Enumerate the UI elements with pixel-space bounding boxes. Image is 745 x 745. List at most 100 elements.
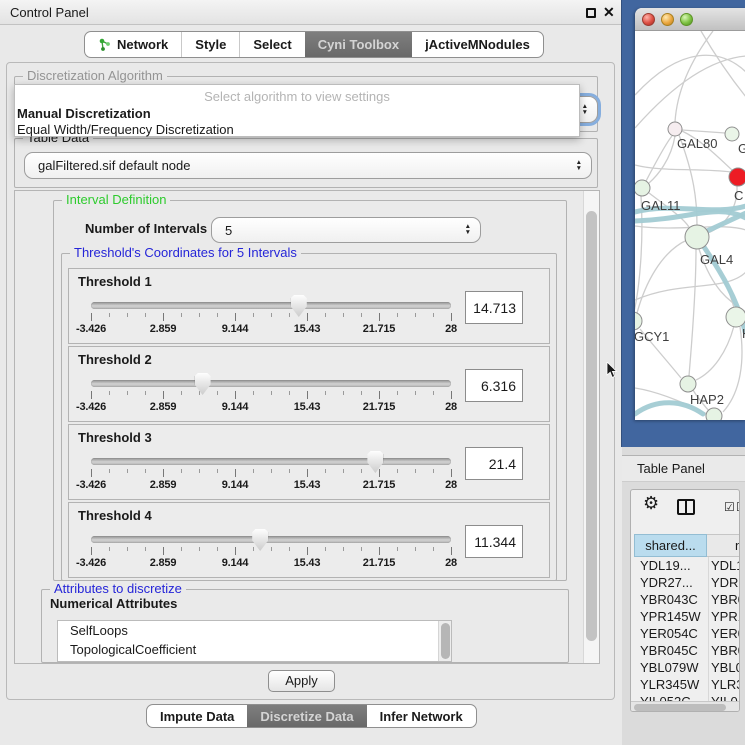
- tab-label: Discretize Data: [260, 709, 353, 724]
- dropdown-option-manual-discretization[interactable]: Manual Discretization: [15, 106, 579, 122]
- tick-mark: [271, 469, 272, 473]
- tab-discretize-data[interactable]: Discretize Data: [247, 705, 366, 727]
- network-node-h[interactable]: [726, 307, 745, 327]
- table-panel-window: ⚙ ☑ ☑ shared... na YDL19...YDL1YDR27...Y…: [630, 489, 740, 712]
- tick-mark: [451, 469, 452, 477]
- column-header-name[interactable]: na: [707, 534, 740, 557]
- slider-track[interactable]: [91, 536, 451, 543]
- dropdown-options: Manual DiscretizationEqual Width/Frequen…: [15, 106, 579, 138]
- network-node-ga[interactable]: [725, 127, 739, 141]
- network-edge: [675, 31, 713, 122]
- slider-thumb[interactable]: [252, 529, 268, 551]
- slider-thumb[interactable]: [195, 373, 211, 395]
- tab-infer-network[interactable]: Infer Network: [367, 705, 476, 727]
- tick-mark: [307, 313, 308, 321]
- split-pane-icon[interactable]: [677, 499, 695, 515]
- tick-mark: [379, 547, 380, 555]
- tick-mark: [199, 469, 200, 473]
- float-window-icon[interactable]: [586, 8, 596, 18]
- list-scrollbar[interactable]: [438, 621, 451, 662]
- network-edge: [635, 55, 745, 95]
- network-node-gal11[interactable]: [635, 180, 650, 196]
- tick-mark: [361, 313, 362, 317]
- stepper-icon: ▲▼: [465, 224, 471, 236]
- tab-label: Infer Network: [380, 709, 463, 724]
- attribute-list-item[interactable]: BetweennessCentrality: [58, 659, 451, 662]
- number-of-intervals-combobox[interactable]: 5 ▲▼: [211, 217, 481, 243]
- table-cell-shared-name: YLR345W: [634, 676, 708, 693]
- table-cell-name: YBL0: [708, 659, 740, 676]
- table-row[interactable]: YPR145WYPR1: [634, 608, 740, 625]
- table-panel-title: Table Panel: [637, 461, 705, 476]
- tick-mark: [163, 469, 164, 477]
- network-node-gcy1[interactable]: [635, 312, 642, 330]
- table-row[interactable]: YBL079WYBL0: [634, 659, 740, 676]
- tick-mark: [289, 547, 290, 551]
- tab-select[interactable]: Select: [239, 32, 304, 57]
- threshold-value-field[interactable]: 11.344: [465, 525, 523, 558]
- network-canvas[interactable]: GAL80GACGAL11GAL4GCY1HHAP2: [635, 31, 745, 420]
- tick-mark: [181, 391, 182, 395]
- table-cell-name: YDL1: [708, 557, 740, 574]
- slider-track[interactable]: [91, 458, 451, 465]
- table-data-combobox[interactable]: galFiltered.sif default node ▲▼: [24, 152, 592, 179]
- checkbox-icon[interactable]: ☑: [724, 500, 735, 514]
- numerical-attributes-label: Numerical Attributes: [50, 596, 177, 611]
- table-row[interactable]: YDL19...YDL1: [634, 557, 740, 574]
- tick-mark: [253, 313, 254, 317]
- horizontal-scrollbar[interactable]: [631, 701, 739, 712]
- tick-mark: [199, 547, 200, 551]
- dropdown-option-equal-width-frequency-discretization[interactable]: Equal Width/Frequency Discretization: [15, 122, 579, 138]
- tick-label: 21.715: [363, 479, 395, 491]
- tick-mark: [433, 391, 434, 395]
- table-row[interactable]: YBR045CYBR0: [634, 642, 740, 659]
- attribute-list-item[interactable]: TopologicalCoefficient: [58, 640, 451, 659]
- network-node[interactable]: [706, 408, 722, 420]
- gear-icon[interactable]: ⚙: [643, 493, 659, 514]
- tick-mark: [415, 547, 416, 551]
- checkbox-icon[interactable]: ☑: [736, 500, 740, 514]
- horizontal-scrollbar-thumb[interactable]: [634, 704, 726, 711]
- vertical-scrollbar[interactable]: [583, 191, 599, 663]
- numerical-attributes-list[interactable]: SelfLoopsTopologicalCoefficientBetweenne…: [57, 620, 452, 662]
- table-cell-shared-name: YPR145W: [634, 608, 708, 625]
- network-node-gal4[interactable]: [685, 225, 709, 249]
- table-row[interactable]: YBR043CYBR0: [634, 591, 740, 608]
- zoom-traffic-light-icon[interactable]: [680, 13, 693, 26]
- tab-jactivemnodules[interactable]: jActiveMNodules: [412, 32, 543, 57]
- attribute-list-item[interactable]: SelfLoops: [58, 621, 451, 640]
- tab-impute-data[interactable]: Impute Data: [147, 705, 247, 727]
- close-traffic-light-icon[interactable]: [642, 13, 655, 26]
- threshold-value-field[interactable]: 14.713: [465, 291, 523, 324]
- list-scrollbar-thumb[interactable]: [441, 623, 450, 659]
- column-header-shared-name[interactable]: shared...: [634, 534, 707, 557]
- network-node-gal80[interactable]: [668, 122, 682, 136]
- table-row[interactable]: YER054CYER0: [634, 625, 740, 642]
- network-edge: [635, 165, 731, 172]
- slider-track[interactable]: [91, 302, 451, 309]
- slider-thumb[interactable]: [367, 451, 383, 473]
- tab-network[interactable]: Network: [85, 32, 181, 57]
- slider-thumb[interactable]: [291, 295, 307, 317]
- threshold-value-field[interactable]: 21.4: [465, 447, 523, 480]
- minimize-traffic-light-icon[interactable]: [661, 13, 674, 26]
- slider-track[interactable]: [91, 380, 451, 387]
- table-row[interactable]: YDR27...YDR2: [634, 574, 740, 591]
- tick-label: 21.715: [363, 323, 395, 335]
- vertical-scrollbar-thumb[interactable]: [586, 211, 597, 641]
- threshold-value-field[interactable]: 6.316: [465, 369, 523, 402]
- network-node-c[interactable]: [729, 168, 745, 186]
- network-edge: [637, 240, 687, 313]
- tab-cyni-toolbox[interactable]: Cyni Toolbox: [305, 32, 412, 57]
- network-window-titlebar: [635, 8, 745, 31]
- tick-mark: [253, 547, 254, 551]
- mouse-cursor: [606, 362, 618, 380]
- tab-style[interactable]: Style: [181, 32, 239, 57]
- discretization-algorithm-title: Discretization Algorithm: [23, 69, 167, 83]
- tab-label: Network: [117, 37, 168, 52]
- close-icon[interactable]: ✕: [603, 4, 615, 21]
- table-row[interactable]: YLR345WYLR3: [634, 676, 740, 693]
- network-node-hap2[interactable]: [680, 376, 696, 392]
- network-node-label: GA: [738, 141, 745, 156]
- apply-button[interactable]: Apply: [268, 670, 335, 692]
